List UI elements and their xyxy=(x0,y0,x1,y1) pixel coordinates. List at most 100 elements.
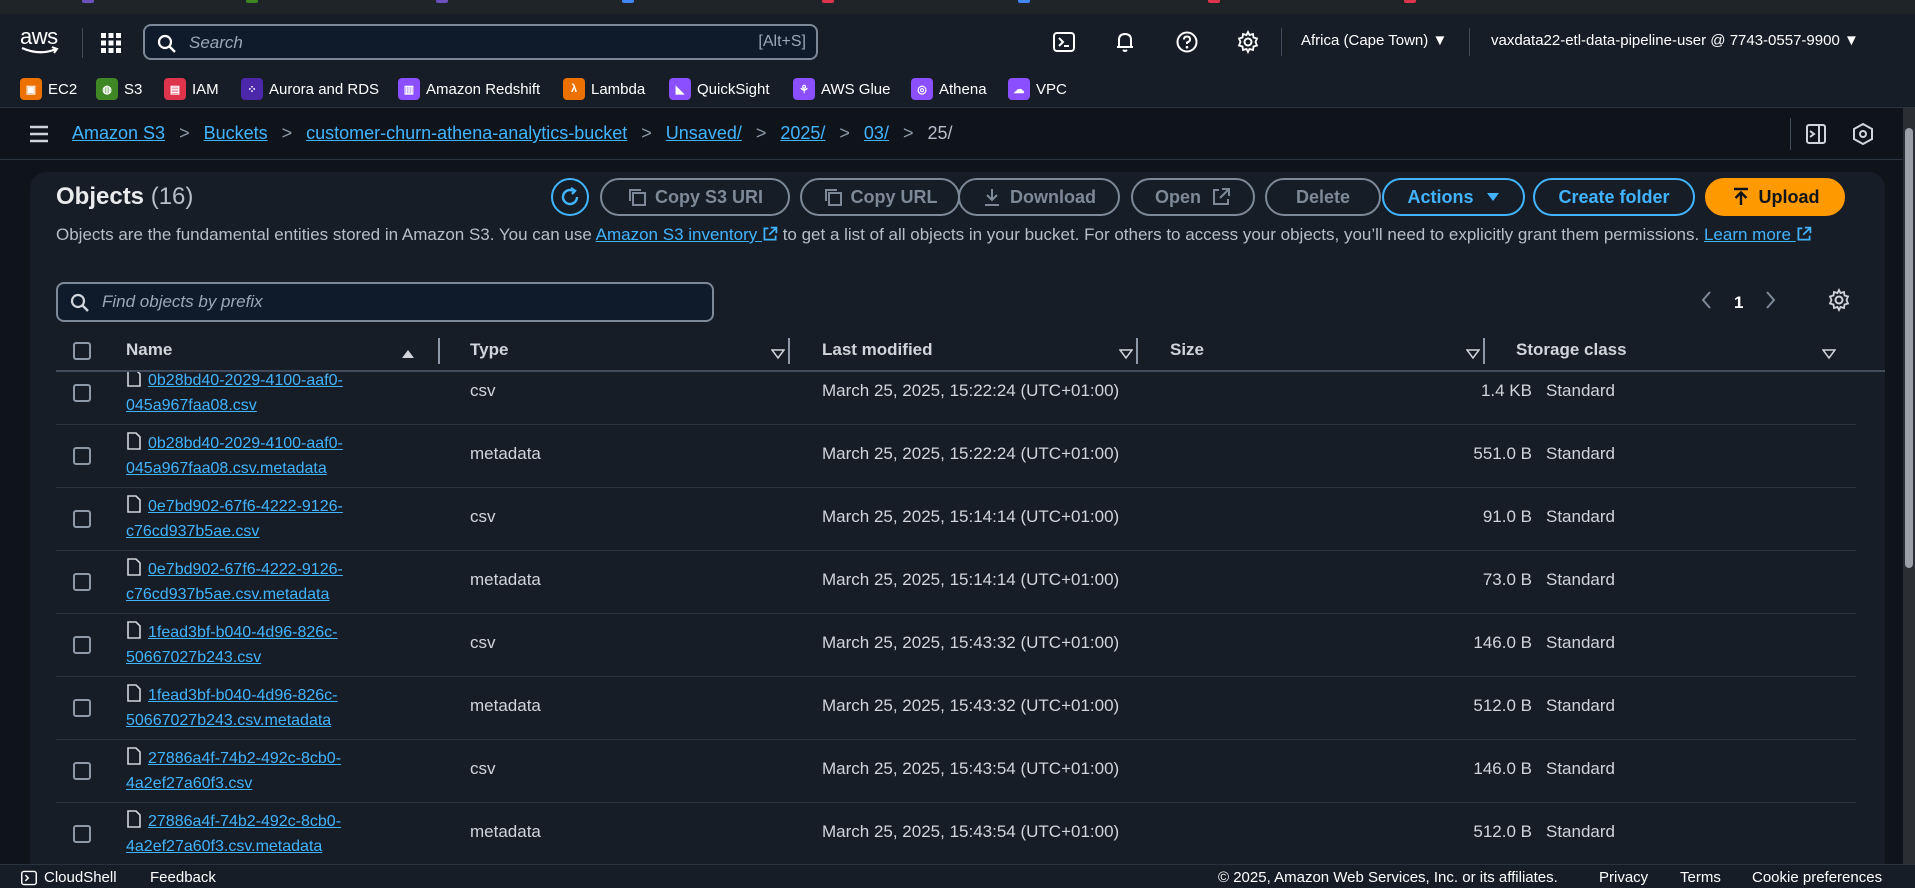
sort-icon[interactable] xyxy=(770,345,786,365)
column-header-storage-class[interactable]: Storage class xyxy=(1516,340,1627,360)
favorite-s3[interactable]: ◍ S3 xyxy=(96,77,142,101)
copy-s3-uri-button[interactable]: Copy S3 URI xyxy=(600,178,790,216)
page-scrollbar[interactable] xyxy=(1903,108,1915,864)
upload-button[interactable]: Upload xyxy=(1705,178,1845,216)
favorite-athena[interactable]: ◎ Athena xyxy=(911,77,987,101)
favorite-label: AWS Glue xyxy=(821,80,891,98)
services-grid-icon[interactable] xyxy=(100,32,122,54)
cookie-preferences-link[interactable]: Cookie preferences xyxy=(1752,869,1882,886)
search-placeholder: Search xyxy=(189,33,243,52)
column-header-type[interactable]: Type xyxy=(470,340,508,360)
object-name-part: 045a967faa08.csv xyxy=(126,397,257,414)
privacy-link[interactable]: Privacy xyxy=(1599,869,1648,886)
object-name-link[interactable]: 1fead3bf-b040-4d96-826c- 50667027b243.csv xyxy=(126,620,396,670)
object-last-modified: March 25, 2025, 15:43:54 (UTC+01:00) xyxy=(822,822,1120,841)
breadcrumb-03[interactable]: 03/ xyxy=(864,123,889,144)
create-folder-button[interactable]: Create folder xyxy=(1533,178,1695,216)
sort-icon[interactable] xyxy=(1465,345,1481,365)
breadcrumb-bucket[interactable]: customer-churn-athena-analytics-bucket xyxy=(306,123,627,144)
object-name-link[interactable]: 1fead3bf-b040-4d96-826c- 50667027b243.csv… xyxy=(126,683,396,733)
column-resizer[interactable] xyxy=(438,338,440,364)
row-checkbox[interactable] xyxy=(73,699,91,717)
object-name-link[interactable]: 0e7bd902-67f6-4222-9126- c76cd937b5ae.csv… xyxy=(126,557,396,607)
quicksight-icon: ◣ xyxy=(669,78,691,100)
column-resizer[interactable] xyxy=(1136,338,1138,364)
object-name-link[interactable]: 0b28bd40-2029-4100-aaf0- 045a967faa08.csv… xyxy=(126,431,396,481)
favorite-vpc[interactable]: ☁ VPC xyxy=(1008,77,1067,101)
sort-icon[interactable] xyxy=(1821,345,1837,365)
breadcrumb-2025[interactable]: 2025/ xyxy=(780,123,825,144)
column-header-last-modified[interactable]: Last modified xyxy=(822,340,933,360)
breadcrumb-bar: Amazon S3 > Buckets > customer-churn-athen… xyxy=(0,108,1915,160)
page-number[interactable]: 1 xyxy=(1734,293,1743,313)
object-name-link[interactable]: 0e7bd902-67f6-4222-9126- c76cd937b5ae.csv xyxy=(126,494,396,544)
cloudshell-button[interactable]: CloudShell xyxy=(20,869,117,886)
help-icon[interactable] xyxy=(1175,30,1199,54)
hamburger-menu-icon[interactable] xyxy=(28,124,50,149)
chevron-right-icon[interactable] xyxy=(1765,290,1777,315)
hexagon-settings-icon[interactable] xyxy=(1851,122,1875,151)
favorite-label: Amazon Redshift xyxy=(426,80,541,98)
row-checkbox[interactable] xyxy=(73,447,91,465)
row-checkbox[interactable] xyxy=(73,573,91,591)
region-selector[interactable]: Africa (Cape Town) ▼ xyxy=(1301,32,1447,49)
inventory-link[interactable]: Amazon S3 inventory xyxy=(596,225,778,244)
open-button[interactable]: Open xyxy=(1131,178,1255,216)
file-icon xyxy=(127,495,141,513)
find-objects-input[interactable]: Find objects by prefix xyxy=(56,282,714,322)
info-panel-icon[interactable] xyxy=(1804,122,1828,151)
terms-link[interactable]: Terms xyxy=(1680,869,1721,886)
s3-icon: ◍ xyxy=(96,78,118,100)
actions-label: Actions xyxy=(1407,186,1474,207)
cloudshell-icon[interactable] xyxy=(1052,30,1076,54)
table-settings-gear-icon[interactable] xyxy=(1827,287,1851,317)
download-button[interactable]: Download xyxy=(958,178,1120,216)
object-name-link[interactable]: 0b28bd40-2029-4100-aaf0- 045a967faa08.csv xyxy=(126,372,396,418)
copy-url-button[interactable]: Copy URL xyxy=(800,178,960,216)
row-checkbox[interactable] xyxy=(73,636,91,654)
chevron-left-icon[interactable] xyxy=(1700,290,1712,315)
refresh-button[interactable] xyxy=(551,178,589,216)
object-storage-class: Standard xyxy=(1546,444,1615,463)
favorite-redshift[interactable]: ▥ Amazon Redshift xyxy=(398,77,540,101)
object-name-part: 1fead3bf-b040-4d96-826c- xyxy=(148,687,338,704)
select-all-checkbox[interactable] xyxy=(73,342,91,360)
row-checkbox[interactable] xyxy=(73,762,91,780)
favorite-rds[interactable]: ⁘ Aurora and RDS xyxy=(241,77,379,101)
object-type: metadata xyxy=(470,444,541,463)
object-name-link[interactable]: 27886a4f-74b2-492c-8cb0- 4a2ef27a60f3.csv… xyxy=(126,809,396,859)
favorite-glue[interactable]: ⚘ AWS Glue xyxy=(793,77,890,101)
favorite-ec2[interactable]: ▣ EC2 xyxy=(20,77,77,101)
scrollbar-thumb[interactable] xyxy=(1905,128,1913,568)
actions-dropdown[interactable]: Actions xyxy=(1382,178,1525,216)
breadcrumb-buckets[interactable]: Buckets xyxy=(204,123,268,144)
row-checkbox[interactable] xyxy=(73,825,91,843)
learn-more-link[interactable]: Learn more xyxy=(1704,225,1812,244)
row-checkbox[interactable] xyxy=(73,510,91,528)
breadcrumb-amazon-s3[interactable]: Amazon S3 xyxy=(72,123,165,144)
search-input[interactable]: Search [Alt+S] xyxy=(143,24,818,60)
aws-logo[interactable]: aws xyxy=(20,24,64,58)
feedback-link[interactable]: Feedback xyxy=(150,869,216,886)
breadcrumb-unsaved[interactable]: Unsaved/ xyxy=(666,123,742,144)
column-header-size[interactable]: Size xyxy=(1170,340,1204,360)
notifications-bell-icon[interactable] xyxy=(1113,30,1137,54)
object-type: metadata xyxy=(470,570,541,589)
column-resizer[interactable] xyxy=(1483,338,1485,364)
favorite-iam[interactable]: ▤ IAM xyxy=(164,77,219,101)
column-resizer[interactable] xyxy=(788,338,790,364)
object-last-modified: March 25, 2025, 15:22:24 (UTC+01:00) xyxy=(822,444,1120,463)
column-header-name[interactable]: Name xyxy=(126,340,172,360)
sort-icon[interactable] xyxy=(1118,345,1134,365)
pagination: 1 xyxy=(1700,290,1777,315)
object-name-link[interactable]: 27886a4f-74b2-492c-8cb0- 4a2ef27a60f3.csv xyxy=(126,746,396,796)
account-menu[interactable]: vaxdata22-etl-data-pipeline-user @ 7743-… xyxy=(1491,32,1859,49)
chevron-right-icon: > xyxy=(641,123,652,143)
sort-ascending-icon[interactable] xyxy=(401,345,415,365)
delete-button[interactable]: Delete xyxy=(1265,178,1381,216)
row-checkbox[interactable] xyxy=(73,384,91,402)
favorite-quicksight[interactable]: ◣ QuickSight xyxy=(669,77,770,101)
object-name-part: 0e7bd902-67f6-4222-9126- xyxy=(148,498,343,515)
settings-gear-icon[interactable] xyxy=(1236,29,1260,55)
favorite-lambda[interactable]: λ Lambda xyxy=(563,77,645,101)
